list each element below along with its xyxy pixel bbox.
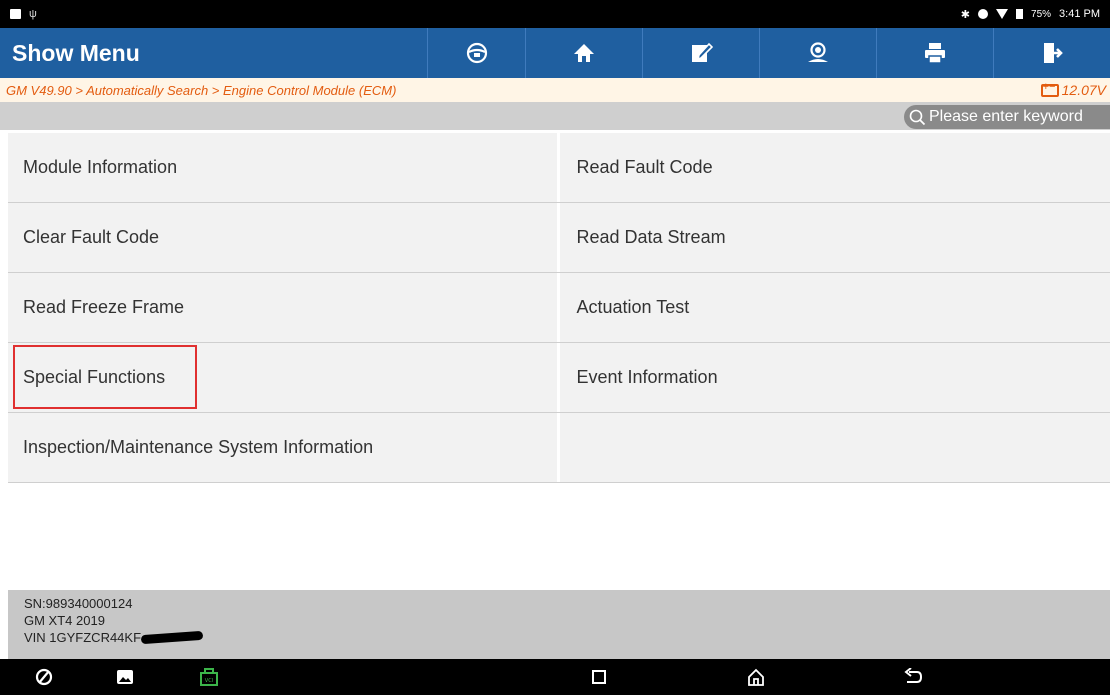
menu-item-clear-fault-code[interactable]: Clear Fault Code: [8, 203, 557, 272]
battery-percent: 75%: [1031, 8, 1052, 20]
function-menu: Module Information Read Fault Code Clear…: [8, 133, 1110, 483]
browser-icon: [35, 668, 53, 686]
vin-redaction: [140, 630, 204, 645]
back-button[interactable]: [893, 659, 933, 695]
menu-item-read-fault-code[interactable]: Read Fault Code: [559, 133, 1110, 202]
page-title: Show Menu: [12, 39, 140, 66]
menu-item-read-freeze-frame[interactable]: Read Freeze Frame: [8, 273, 557, 342]
vci-button[interactable]: VCI: [189, 659, 229, 695]
steering-wheel-button[interactable]: [427, 28, 525, 78]
battery-voltage-icon: [1040, 81, 1059, 97]
breadcrumb: GM V49.90 > Automatically Search > Engin…: [6, 82, 397, 98]
battery-icon: [1016, 9, 1024, 19]
voltage-value: 12.07V: [1061, 82, 1106, 98]
wifi-icon: [996, 9, 1009, 19]
exit-icon: [1044, 43, 1063, 63]
edit-icon: [692, 42, 713, 62]
system-nav-bar: VCI: [0, 659, 1110, 695]
support-button[interactable]: [759, 28, 876, 78]
bluetooth-icon: ✱: [960, 8, 971, 21]
breadcrumb-bar: GM V49.90 > Automatically Search > Engin…: [0, 78, 1110, 102]
menu-item-actuation-test[interactable]: Actuation Test: [559, 273, 1110, 342]
do-not-disturb-icon: [978, 9, 989, 19]
clock: 3:41 PM: [1059, 8, 1100, 20]
recent-apps-button[interactable]: [579, 659, 619, 695]
back-icon: [904, 668, 923, 683]
menu-row: Module Information Read Fault Code: [8, 133, 1110, 203]
print-icon: [925, 43, 945, 64]
exit-button[interactable]: [993, 28, 1110, 78]
menu-item-label: Special Functions: [23, 367, 166, 387]
vin-row: VIN 1GYFZCR44KF: [24, 629, 1110, 646]
battery-voltage: 12.07V: [1040, 81, 1106, 98]
menu-item-module-information[interactable]: Module Information: [8, 133, 557, 202]
vin: VIN 1GYFZCR44KF: [24, 630, 142, 645]
menu-item-empty: [559, 413, 1110, 482]
vehicle-info: SN:989340000124 GM XT4 2019 VIN 1GYFZCR4…: [8, 590, 1110, 659]
recent-apps-icon: [592, 670, 606, 684]
gallery-icon: [117, 670, 133, 684]
svg-text:VCI: VCI: [205, 678, 213, 684]
home-icon: [574, 44, 594, 62]
edit-button[interactable]: [642, 28, 759, 78]
home-button[interactable]: [525, 28, 642, 78]
menu-item-event-information[interactable]: Event Information: [559, 343, 1110, 412]
vehicle-model: GM XT4 2019: [24, 613, 105, 628]
search-bar: Please enter keyword: [0, 102, 1110, 130]
menu-row: Inspection/Maintenance System Informatio…: [8, 413, 1110, 483]
serial-number: SN:989340000124: [24, 596, 133, 611]
print-button[interactable]: [876, 28, 993, 78]
menu-item-inspection-maintenance[interactable]: Inspection/Maintenance System Informatio…: [8, 413, 557, 482]
menu-row: Read Freeze Frame Actuation Test: [8, 273, 1110, 343]
browser-button[interactable]: [24, 659, 64, 695]
status-bar: ψ ✱ 75% 3:41 PM: [0, 0, 1110, 28]
home-nav-button[interactable]: [736, 659, 776, 695]
usb-icon: ψ: [29, 8, 37, 20]
search-icon: [909, 109, 926, 126]
search-input[interactable]: Please enter keyword: [904, 105, 1110, 129]
app-toolbar: Show Menu: [0, 28, 1110, 78]
steering-wheel-icon: [466, 42, 487, 64]
menu-row: Clear Fault Code Read Data Stream: [8, 203, 1110, 273]
support-icon: [808, 42, 828, 62]
vci-icon: VCI: [200, 668, 218, 686]
gallery-button[interactable]: [105, 659, 145, 695]
menu-row: Special Functions Event Information: [8, 343, 1110, 413]
gallery-notification-icon: [10, 9, 21, 19]
home-outline-icon: [748, 668, 764, 686]
menu-item-special-functions[interactable]: Special Functions: [8, 343, 557, 412]
search-placeholder: Please enter keyword: [929, 108, 1083, 125]
menu-item-read-data-stream[interactable]: Read Data Stream: [559, 203, 1110, 272]
